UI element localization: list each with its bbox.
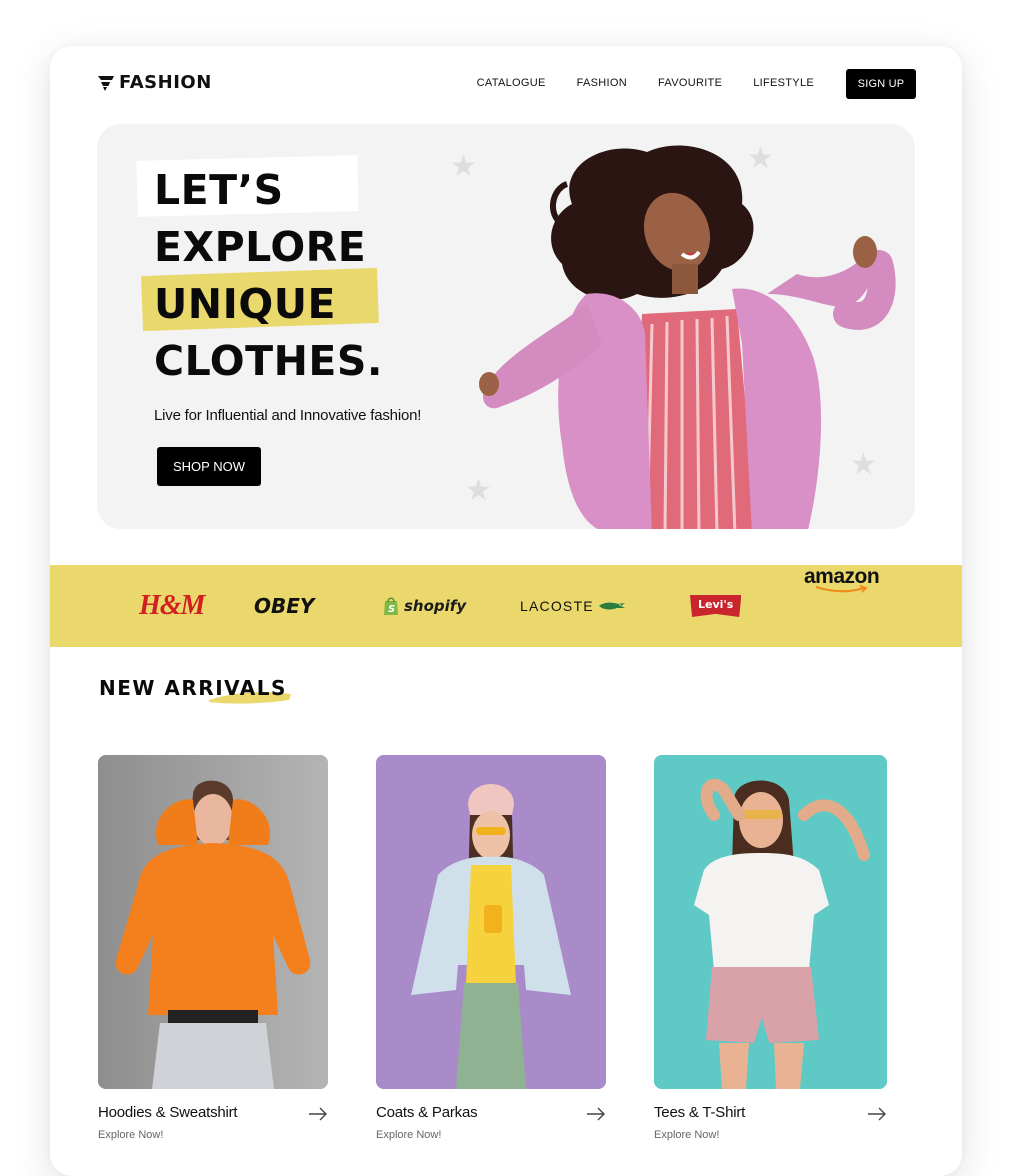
headline-line: CLOTHES.: [154, 337, 383, 385]
card-subtitle: Explore Now!: [98, 1129, 164, 1141]
logo-icon: [98, 75, 114, 91]
hero-banner: ★ ★ ★ ★ LET’S EXPLORE UNIQUE CLOTHES. Li…: [97, 124, 915, 529]
brand-label: H&M: [139, 590, 205, 621]
svg-text:S: S: [388, 604, 395, 615]
coat-model-image: [376, 755, 606, 1089]
nav-item-lifestyle[interactable]: LIFESTYLE: [753, 77, 814, 89]
sign-up-button[interactable]: SIGN UP: [846, 69, 916, 99]
new-arrivals-heading: NEW ARRIVALS: [99, 676, 291, 704]
nav-item-favourite[interactable]: FAVOURITE: [658, 77, 722, 89]
brand-logo-lacoste[interactable]: LACOSTE: [520, 565, 626, 647]
brand-label: OBEY: [254, 594, 315, 618]
card-title: Coats & Parkas: [376, 1104, 478, 1121]
card-image: [654, 755, 887, 1089]
arrow-right-icon[interactable]: [867, 1107, 887, 1121]
main-nav: CATALOGUE FASHION FAVOURITE LIFESTYLE: [477, 77, 814, 89]
shop-now-button[interactable]: SHOP NOW: [157, 447, 261, 486]
brand-logo-hm[interactable]: H&M: [139, 565, 205, 647]
brand-logo-amazon[interactable]: amazon: [804, 565, 880, 647]
headline-line: LET’S: [154, 166, 284, 214]
headline-line: EXPLORE: [154, 223, 367, 271]
brand-label: LACOSTE: [520, 598, 594, 614]
card-subtitle: Explore Now!: [376, 1129, 442, 1141]
brand-name: FASHION: [119, 72, 212, 93]
shopping-bag-icon: S: [384, 597, 398, 615]
smile-arrow-icon: [815, 585, 868, 593]
brand-logo-shopify[interactable]: S shopify: [382, 565, 466, 647]
nav-item-fashion[interactable]: FASHION: [577, 77, 627, 89]
brand-logo-obey[interactable]: OBEY: [254, 565, 314, 647]
hero-headline: LET’S EXPLORE UNIQUE CLOTHES.: [154, 162, 383, 390]
arrival-card-coats[interactable]: Coats & Parkas Explore Now!: [376, 755, 606, 1141]
hoodie-model-image: [98, 755, 328, 1089]
headline-line: UNIQUE: [154, 280, 337, 328]
crocodile-icon: [598, 602, 625, 610]
card-title: Hoodies & Sweatshirt: [98, 1104, 238, 1121]
arrow-right-icon[interactable]: [586, 1107, 606, 1121]
section-title: NEW ARRIVALS: [99, 676, 287, 700]
nav-item-catalogue[interactable]: CATALOGUE: [477, 77, 546, 89]
hero-model-image: [479, 145, 896, 529]
brand-label: shopify: [404, 597, 467, 615]
arrival-card-hoodies[interactable]: Hoodies & Sweatshirt Explore Now!: [98, 755, 328, 1141]
arrow-right-icon[interactable]: [308, 1107, 328, 1121]
arrival-card-tees[interactable]: Tees & T-Shirt Explore Now!: [654, 755, 887, 1141]
brand-label: Levi's: [690, 595, 742, 617]
card-image: [376, 755, 606, 1089]
page-frame: FASHION CATALOGUE FASHION FAVOURITE LIFE…: [50, 46, 962, 1176]
tee-model-image: [654, 755, 887, 1089]
hero-tagline: Live for Influential and Innovative fash…: [154, 407, 422, 424]
brand-logo-levis[interactable]: Levi's: [690, 565, 742, 647]
card-image: [98, 755, 328, 1089]
partner-brands-band: H&M OBEY S shopify LACOSTE Levi's amazon: [50, 565, 962, 647]
card-title: Tees & T-Shirt: [654, 1104, 746, 1121]
card-subtitle: Explore Now!: [654, 1129, 720, 1141]
brand-logo[interactable]: FASHION: [97, 72, 212, 93]
